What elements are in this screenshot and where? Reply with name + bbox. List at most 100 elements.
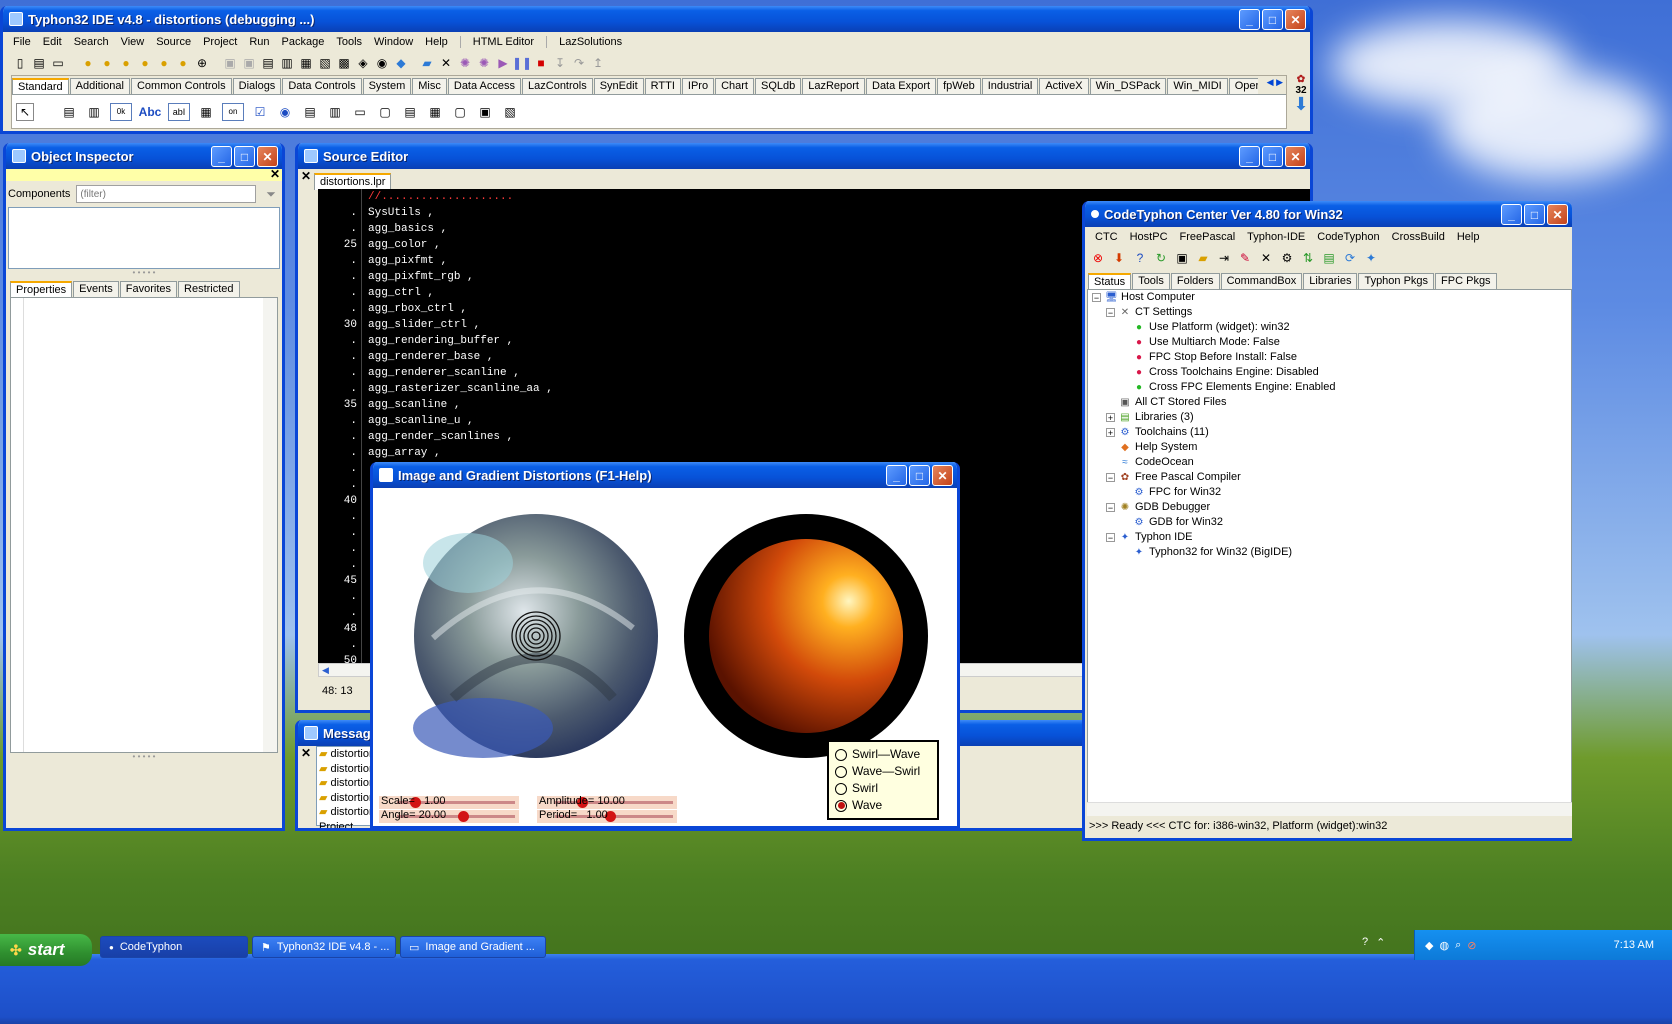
tree-node[interactable]: ✦ Typhon32 for Win32 (BigIDE): [1092, 545, 1567, 560]
menu-help[interactable]: Help: [1451, 231, 1486, 243]
pause-icon[interactable]: ❚❚: [512, 54, 532, 72]
close-tab-icon[interactable]: ✕: [301, 169, 311, 183]
menu-typhon-ide[interactable]: Typhon-IDE: [1241, 231, 1311, 243]
network-icon[interactable]: ⇅: [1299, 249, 1317, 267]
menu-lazsolutions[interactable]: LazSolutions: [546, 36, 628, 48]
palette-tab[interactable]: Standard: [12, 78, 69, 94]
tab-distortions-lpr[interactable]: distortions.lpr: [314, 173, 392, 190]
tree-node[interactable]: ◆ Help System: [1092, 440, 1567, 455]
popup-menu-icon[interactable]: ▥: [85, 103, 103, 121]
radio-component-icon[interactable]: ◉: [276, 103, 294, 121]
ide-titlebar[interactable]: Typhon32 IDE v4.8 - distortions (debuggi…: [3, 6, 1310, 32]
palette-tab[interactable]: Win_DSPack: [1089, 78, 1167, 94]
property-scrollbar[interactable]: [263, 298, 277, 752]
tree-node[interactable]: + ▤ Libraries (3): [1092, 410, 1567, 425]
radio-option[interactable]: Wave—Swirl: [835, 763, 931, 780]
typhon-logo-icon[interactable]: ✦: [1362, 249, 1380, 267]
tab-typhon-pkgs[interactable]: Typhon Pkgs: [1358, 273, 1435, 289]
palette-tab[interactable]: Misc: [412, 78, 447, 94]
new-unit-icon[interactable]: ▤: [30, 54, 48, 72]
memo-component-icon[interactable]: ▦: [197, 103, 215, 121]
tab-libraries[interactable]: Libraries: [1303, 273, 1358, 289]
expand-toggle-icon[interactable]: +: [1106, 428, 1115, 438]
palette-tab[interactable]: fpWeb: [937, 78, 981, 94]
minimize-button[interactable]: _: [1501, 204, 1522, 225]
expand-toggle-icon[interactable]: −: [1106, 533, 1115, 543]
tab-status[interactable]: Status: [1088, 273, 1132, 290]
palette-tab[interactable]: SynEdit: [593, 78, 644, 94]
menu-view[interactable]: View: [115, 36, 151, 48]
palette-tab[interactable]: LazReport: [802, 78, 865, 94]
palette-tab[interactable]: Data Controls: [282, 78, 362, 94]
palette-tab[interactable]: Data Access: [447, 78, 522, 94]
taskbar-image-gradient[interactable]: ▭ Image and Gradient ...: [400, 936, 546, 958]
palette-scroll-arrows[interactable]: ◀ ▶: [1267, 77, 1283, 88]
minimize-button[interactable]: _: [211, 146, 232, 167]
menu-tools[interactable]: Tools: [330, 36, 368, 48]
palette-tab[interactable]: Additional: [69, 78, 130, 94]
tab-folders[interactable]: Folders: [1170, 273, 1220, 289]
tree-node[interactable]: ● Cross FPC Elements Engine: Enabled: [1092, 380, 1567, 395]
refresh-icon[interactable]: ↻: [1152, 249, 1170, 267]
tools-icon[interactable]: ✕: [437, 54, 455, 72]
console-icon[interactable]: ▣: [1173, 249, 1191, 267]
palette-tab[interactable]: Industrial: [981, 78, 1039, 94]
menu-run[interactable]: Run: [243, 36, 275, 48]
menu-hostpc[interactable]: HostPC: [1124, 231, 1174, 243]
tree-node[interactable]: − ✿ Free Pascal Compiler: [1092, 470, 1567, 485]
tab-properties[interactable]: Properties: [10, 281, 73, 298]
components-filter-input[interactable]: [76, 185, 256, 203]
tree-node[interactable]: − 🖥 Host Computer: [1092, 290, 1567, 305]
start-button[interactable]: ✣ start: [0, 934, 92, 966]
pointer-icon[interactable]: ↖: [16, 102, 34, 121]
build-dropdown-icon[interactable]: ◉: [373, 54, 391, 72]
close-file-icon[interactable]: ▤: [259, 54, 277, 72]
source-titlebar[interactable]: Source Editor _ □ ✕: [298, 143, 1310, 169]
security-tray-icon[interactable]: ⊘: [1467, 939, 1476, 952]
actionlist-component-icon[interactable]: ▧: [501, 103, 519, 121]
expand-toggle-icon[interactable]: −: [1092, 293, 1101, 303]
panel-component-icon[interactable]: ▢: [451, 103, 469, 121]
open-recent-icon[interactable]: ●: [136, 54, 154, 72]
palette-tab[interactable]: ActiveX: [1039, 78, 1089, 94]
tab-favorites[interactable]: Favorites: [119, 281, 178, 297]
button-component-icon[interactable]: 0k: [110, 102, 132, 121]
maximize-button[interactable]: □: [1524, 204, 1545, 225]
menu-codetyphon[interactable]: CodeTyphon: [1311, 231, 1385, 243]
tree-node[interactable]: − ✺ GDB Debugger: [1092, 500, 1567, 515]
palette-tab[interactable]: IPro: [681, 78, 715, 94]
filter-icon[interactable]: ⏷: [262, 185, 280, 203]
maximize-button[interactable]: □: [1262, 9, 1283, 30]
minimize-button[interactable]: _: [1239, 9, 1260, 30]
maximize-button[interactable]: □: [909, 465, 930, 486]
splitter[interactable]: • • • • •: [6, 269, 282, 277]
palette-tab[interactable]: Common Controls: [130, 78, 232, 94]
menu-html-editor[interactable]: HTML Editor: [459, 36, 540, 48]
tab-fpc-pkgs[interactable]: FPC Pkgs: [1435, 273, 1497, 289]
reopen-icon[interactable]: ●: [174, 54, 192, 72]
message-item[interactable]: ▰ distortion: [319, 762, 375, 777]
close-button[interactable]: ✕: [932, 465, 953, 486]
volume-tray-icon[interactable]: ◍: [1439, 939, 1449, 952]
palette-tab[interactable]: Win_MIDI: [1167, 78, 1228, 94]
radio-option[interactable]: Wave: [835, 797, 931, 814]
inspector-titlebar[interactable]: Object Inspector _ □ ✕: [6, 143, 282, 169]
combobox-component-icon[interactable]: ▥: [326, 103, 344, 121]
inspect-icon[interactable]: ▰: [418, 54, 436, 72]
build-icon[interactable]: ✎: [1236, 249, 1254, 267]
scrollbar-component-icon[interactable]: ▭: [351, 103, 369, 121]
step-out-icon[interactable]: ↥: [589, 54, 607, 72]
save-all-icon[interactable]: ▣: [240, 54, 258, 72]
network-tray-icon[interactable]: ◆: [1425, 939, 1433, 952]
tree-node[interactable]: − ✦ Typhon IDE: [1092, 530, 1567, 545]
menu-file[interactable]: File: [7, 36, 37, 48]
demo-titlebar[interactable]: Image and Gradient Distortions (F1-Help)…: [373, 462, 957, 488]
tree-node[interactable]: − ✕ CT Settings: [1092, 305, 1567, 320]
revert-icon[interactable]: ●: [155, 54, 173, 72]
menu-ctc[interactable]: CTC: [1089, 231, 1124, 243]
menu-help[interactable]: Help: [419, 36, 454, 48]
open-project-icon[interactable]: ●: [98, 54, 116, 72]
close-button[interactable]: ✕: [1285, 146, 1306, 167]
ctc-status-tree[interactable]: − 🖥 Host Computer − ✕ CT Settings ● Use Platfor…: [1087, 289, 1572, 816]
tab-commandbox[interactable]: CommandBox: [1220, 273, 1303, 289]
